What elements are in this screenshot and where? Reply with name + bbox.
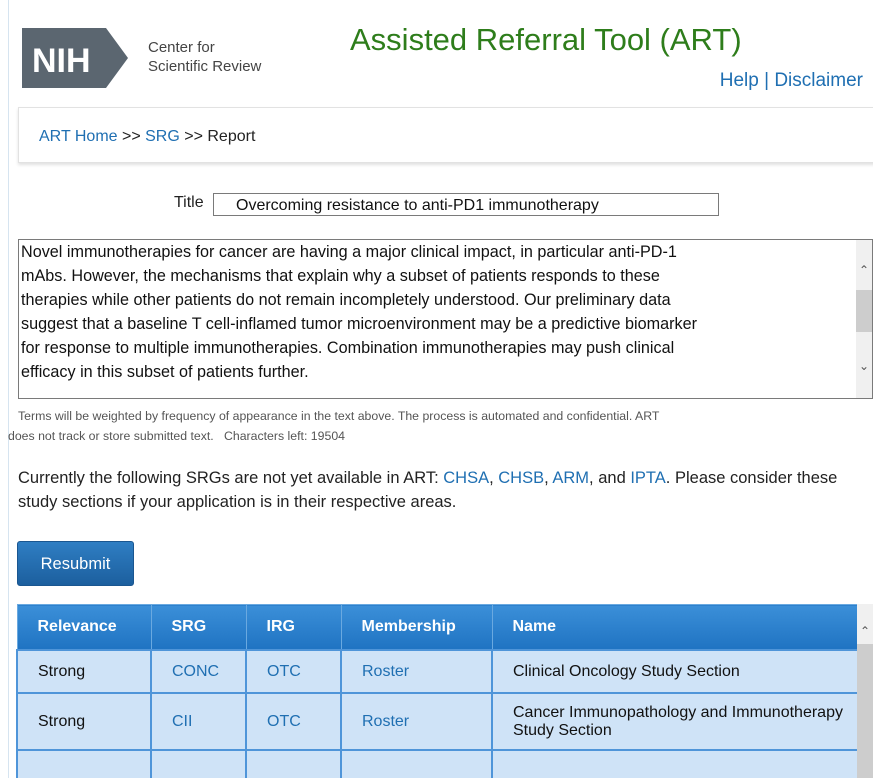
srg-link-chsa[interactable]: CHSA <box>443 469 489 487</box>
roster-link[interactable]: Roster <box>340 649 493 694</box>
resubmit-button[interactable]: Resubmit <box>17 541 134 586</box>
relevance-cell <box>16 749 152 778</box>
breadcrumb-home[interactable]: ART Home <box>39 128 118 145</box>
org-line-2: Scientific Review <box>148 58 262 75</box>
name-cell: Cancer Immunopathology and Immunotherapy… <box>491 692 859 751</box>
top-links: Help | Disclaimer <box>720 70 863 92</box>
header: NIH Center for Scientific Review Assiste… <box>0 0 873 108</box>
srg-cell <box>150 749 247 778</box>
table-row <box>16 749 859 778</box>
scroll-up-icon[interactable]: ⌃ <box>856 262 872 278</box>
app-title: Assisted Referral Tool (ART) <box>350 22 742 57</box>
breadcrumb-current: Report <box>207 128 256 145</box>
name-cell: Clinical Oncology Study Section <box>491 649 859 694</box>
srg-notice: Currently the following SRGs are not yet… <box>18 466 868 514</box>
table-row: Strong CII OTC Roster Cancer Immunopatho… <box>16 692 859 751</box>
abstract-line: therapies while other patients do not re… <box>21 291 671 309</box>
org-line-1: Center for <box>148 39 215 56</box>
column-header-membership[interactable]: Membership <box>340 604 493 651</box>
srg-link-chsb[interactable]: CHSB <box>498 469 544 487</box>
chars-left-value: 19504 <box>310 429 345 443</box>
column-header-irg[interactable]: IRG <box>245 604 342 651</box>
notice-comma: , <box>489 469 499 487</box>
abstract-line: suggest that a baseline T cell-inflamed … <box>21 315 697 333</box>
title-input[interactable]: Overcoming resistance to anti-PD1 immuno… <box>213 193 719 216</box>
results-table-container: Relevance SRG IRG Membership Name Strong… <box>16 604 873 778</box>
irg-link[interactable]: OTC <box>245 649 342 694</box>
logo-text: NIH <box>32 42 91 80</box>
srg-link-arm[interactable]: ARM <box>552 469 589 487</box>
link-separator: | <box>764 70 770 91</box>
abstract-line: efficacy in this subset of patients furt… <box>21 363 309 381</box>
notice-and: , and <box>589 469 631 487</box>
hint-text: Terms will be weighted by frequency of a… <box>8 406 873 446</box>
irg-link[interactable]: OTC <box>245 692 342 751</box>
table-header-row: Relevance SRG IRG Membership Name <box>16 604 859 651</box>
hint-line-1: Terms will be weighted by frequency of a… <box>18 409 660 423</box>
irg-cell <box>245 749 342 778</box>
srg-link[interactable]: CONC <box>150 649 247 694</box>
hint-line-2: does not track or store submitted text. … <box>8 426 873 446</box>
relevance-cell: Strong <box>16 692 152 751</box>
srg-link-ipta[interactable]: IPTA <box>630 469 665 487</box>
abstract-line: for response to multiple immunotherapies… <box>21 339 675 357</box>
abstract-text: Novel immunotherapies for cancer are hav… <box>21 240 857 384</box>
scroll-thumb[interactable] <box>856 290 872 332</box>
table-scrollbar[interactable]: ⌃ <box>857 604 873 778</box>
column-header-relevance[interactable]: Relevance <box>16 604 152 651</box>
breadcrumb-separator: >> <box>179 128 208 145</box>
name-cell <box>491 749 859 778</box>
abstract-line: Novel immunotherapies for cancer are hav… <box>21 243 677 261</box>
chars-left-label: Characters left: <box>223 429 308 443</box>
table-row: Strong CONC OTC Roster Clinical Oncology… <box>16 649 859 694</box>
relevance-cell: Strong <box>16 649 152 694</box>
nih-logo: NIH <box>22 28 128 88</box>
page-left-border <box>8 0 9 778</box>
notice-prefix: Currently the following SRGs are not yet… <box>18 469 444 487</box>
help-link[interactable]: Help <box>720 70 759 91</box>
disclaimer-link[interactable]: Disclaimer <box>774 70 863 91</box>
hint-line-2-text: does not track or store submitted text. <box>8 429 214 443</box>
membership-cell <box>340 749 493 778</box>
org-name: Center for Scientific Review <box>148 38 261 76</box>
breadcrumb-bar: ART Home >> SRG >> Report <box>18 107 873 163</box>
scroll-up-icon[interactable]: ⌃ <box>857 624 873 638</box>
scroll-thumb[interactable] <box>857 644 873 778</box>
results-table: Relevance SRG IRG Membership Name Strong… <box>16 604 859 778</box>
breadcrumb-srg[interactable]: SRG <box>145 128 180 145</box>
title-label: Title <box>174 194 204 211</box>
srg-link[interactable]: CII <box>150 692 247 751</box>
breadcrumb: ART Home >> SRG >> Report <box>39 128 255 146</box>
scroll-down-icon[interactable]: ⌄ <box>856 358 872 374</box>
roster-link[interactable]: Roster <box>340 692 493 751</box>
column-header-name[interactable]: Name <box>491 604 859 651</box>
abstract-scrollbar[interactable]: ⌃ ⌄ <box>856 240 872 398</box>
breadcrumb-separator: >> <box>117 128 146 145</box>
column-header-srg[interactable]: SRG <box>150 604 247 651</box>
abstract-line: mAbs. However, the mechanisms that expla… <box>21 267 660 285</box>
abstract-textarea[interactable]: Novel immunotherapies for cancer are hav… <box>18 239 873 399</box>
